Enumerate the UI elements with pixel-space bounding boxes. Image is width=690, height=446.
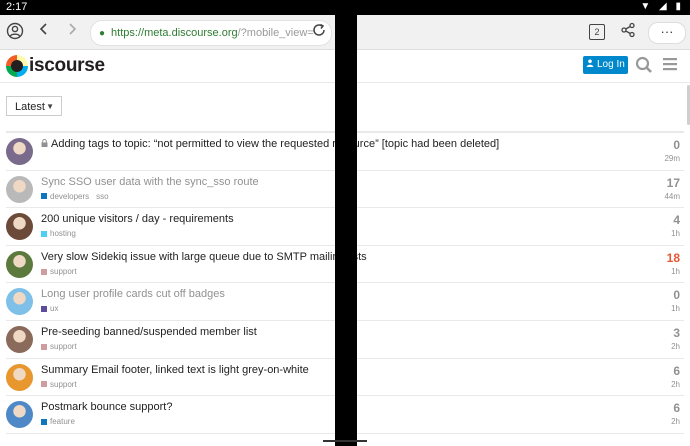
url-host: https://meta.discourse.org [111,27,238,39]
address-bar[interactable]: ● https://meta.discourse.org/?mobile_view… [90,20,332,46]
user-icon [586,59,594,67]
reply-count[interactable]: 4 [673,213,680,227]
tab-switcher-button[interactable]: 2 [589,24,605,40]
login-label: Log In [596,59,625,70]
topic-category[interactable]: ux [41,304,58,313]
category-swatch [41,381,47,388]
topic-title-text: Pre-seeding banned/suspended member list [41,325,257,338]
topic-title-text: Adding tags to topic: “not permitted to … [51,138,500,150]
latest-filter-dropdown[interactable]: Latest ▼ [6,96,62,116]
url-path: /?mobile_view= [237,27,314,39]
split-screen-divider[interactable] [335,15,357,446]
back-icon[interactable] [34,22,54,42]
login-button[interactable]: Log In [583,56,628,74]
avatar[interactable] [6,363,33,391]
site-logo[interactable]: iscourse [6,54,105,78]
category-swatch [41,193,47,200]
lock-icon [41,138,48,149]
activity-age[interactable]: 2h [671,342,680,351]
reply-count[interactable]: 17 [667,176,680,190]
avatar[interactable] [6,175,33,203]
reply-count[interactable]: 6 [673,364,680,378]
activity-age[interactable]: 1h [671,267,680,276]
topic-category[interactable]: support [41,380,77,389]
discourse-logo-icon [6,55,28,77]
lock-icon: ● [99,28,106,39]
topic-category[interactable]: feature [41,417,75,426]
avatar[interactable] [6,138,33,165]
category-name: support [50,379,77,389]
topic-title[interactable]: Summary Email footer, linked text is lig… [41,364,309,376]
topic-title[interactable]: Very slow Sidekiq issue with large queue… [41,251,367,263]
activity-age[interactable]: 44m [664,192,680,201]
topic-title-text: Long user profile cards cut off badges [41,288,225,301]
topic-category[interactable]: developers sso [41,192,109,201]
category-name: feature [50,417,75,427]
category-name: hosting [50,229,76,239]
topic-title[interactable]: Long user profile cards cut off badges [41,288,225,300]
category-name: support [50,266,77,276]
topic-title-text: 200 unique visitors / day - requirements [41,213,234,226]
topic-title-text: Summary Email footer, linked text is lig… [41,363,309,376]
category-swatch [41,419,47,426]
topic-title-text: Postmark bounce support? [41,401,173,414]
reload-icon[interactable] [309,22,329,42]
activity-age[interactable]: 2h [671,417,680,426]
caret-down-icon: ▼ [46,102,54,111]
avatar[interactable] [6,250,33,278]
profile-icon[interactable] [5,22,25,42]
topic-title[interactable]: Postmark bounce support? [41,401,172,413]
status-bar: 2:17 ▼ ◢ ▮ [0,0,690,15]
activity-age[interactable]: 1h [671,304,680,313]
filter-label: Latest [15,101,45,113]
clock: 2:17 [6,1,28,13]
category-name: ux [50,304,59,314]
category-swatch [41,343,47,350]
avatar[interactable] [6,401,33,429]
more-menu-button[interactable]: ··· [648,22,686,44]
activity-age[interactable]: 2h [671,380,680,389]
avatar[interactable] [6,325,33,353]
logo-text: iscourse [29,55,105,76]
category-swatch [41,231,47,238]
avatar[interactable] [6,288,33,316]
topic-category[interactable]: support [41,342,77,351]
topic-category[interactable]: hosting [41,229,76,238]
topic-title[interactable]: Sync SSO user data with the sync_sso rou… [41,176,259,188]
category-swatch [41,306,47,313]
home-gesture-bar[interactable] [323,440,367,442]
topic-title-text: Sync SSO user data with the sync_sso rou… [41,175,259,188]
reply-count[interactable]: 0 [673,288,680,302]
hamburger-menu-icon[interactable] [660,56,680,76]
topic-title[interactable]: Adding tags to topic: “not permitted to … [41,138,499,150]
category-swatch [41,268,47,275]
share-icon[interactable] [618,22,638,42]
reply-count[interactable]: 6 [673,401,680,415]
topic-category[interactable]: support [41,267,77,276]
reply-count[interactable]: 0 [673,138,680,152]
category-name: developers [50,191,90,201]
topic-tag[interactable]: sso [96,192,108,201]
topic-title[interactable]: 200 unique visitors / day - requirements [41,213,234,225]
avatar[interactable] [6,213,33,241]
search-icon[interactable] [634,56,654,76]
forward-icon[interactable] [62,22,82,42]
topic-title-text: Very slow Sidekiq issue with large queue… [41,250,367,263]
status-icons: ▼ ◢ ▮ [640,1,684,12]
category-name: support [50,341,77,351]
activity-age[interactable]: 29m [664,154,680,163]
reply-count[interactable]: 3 [673,326,680,340]
topic-title[interactable]: Pre-seeding banned/suspended member list [41,326,257,338]
activity-age[interactable]: 1h [671,229,680,238]
reply-count[interactable]: 18 [667,251,680,265]
